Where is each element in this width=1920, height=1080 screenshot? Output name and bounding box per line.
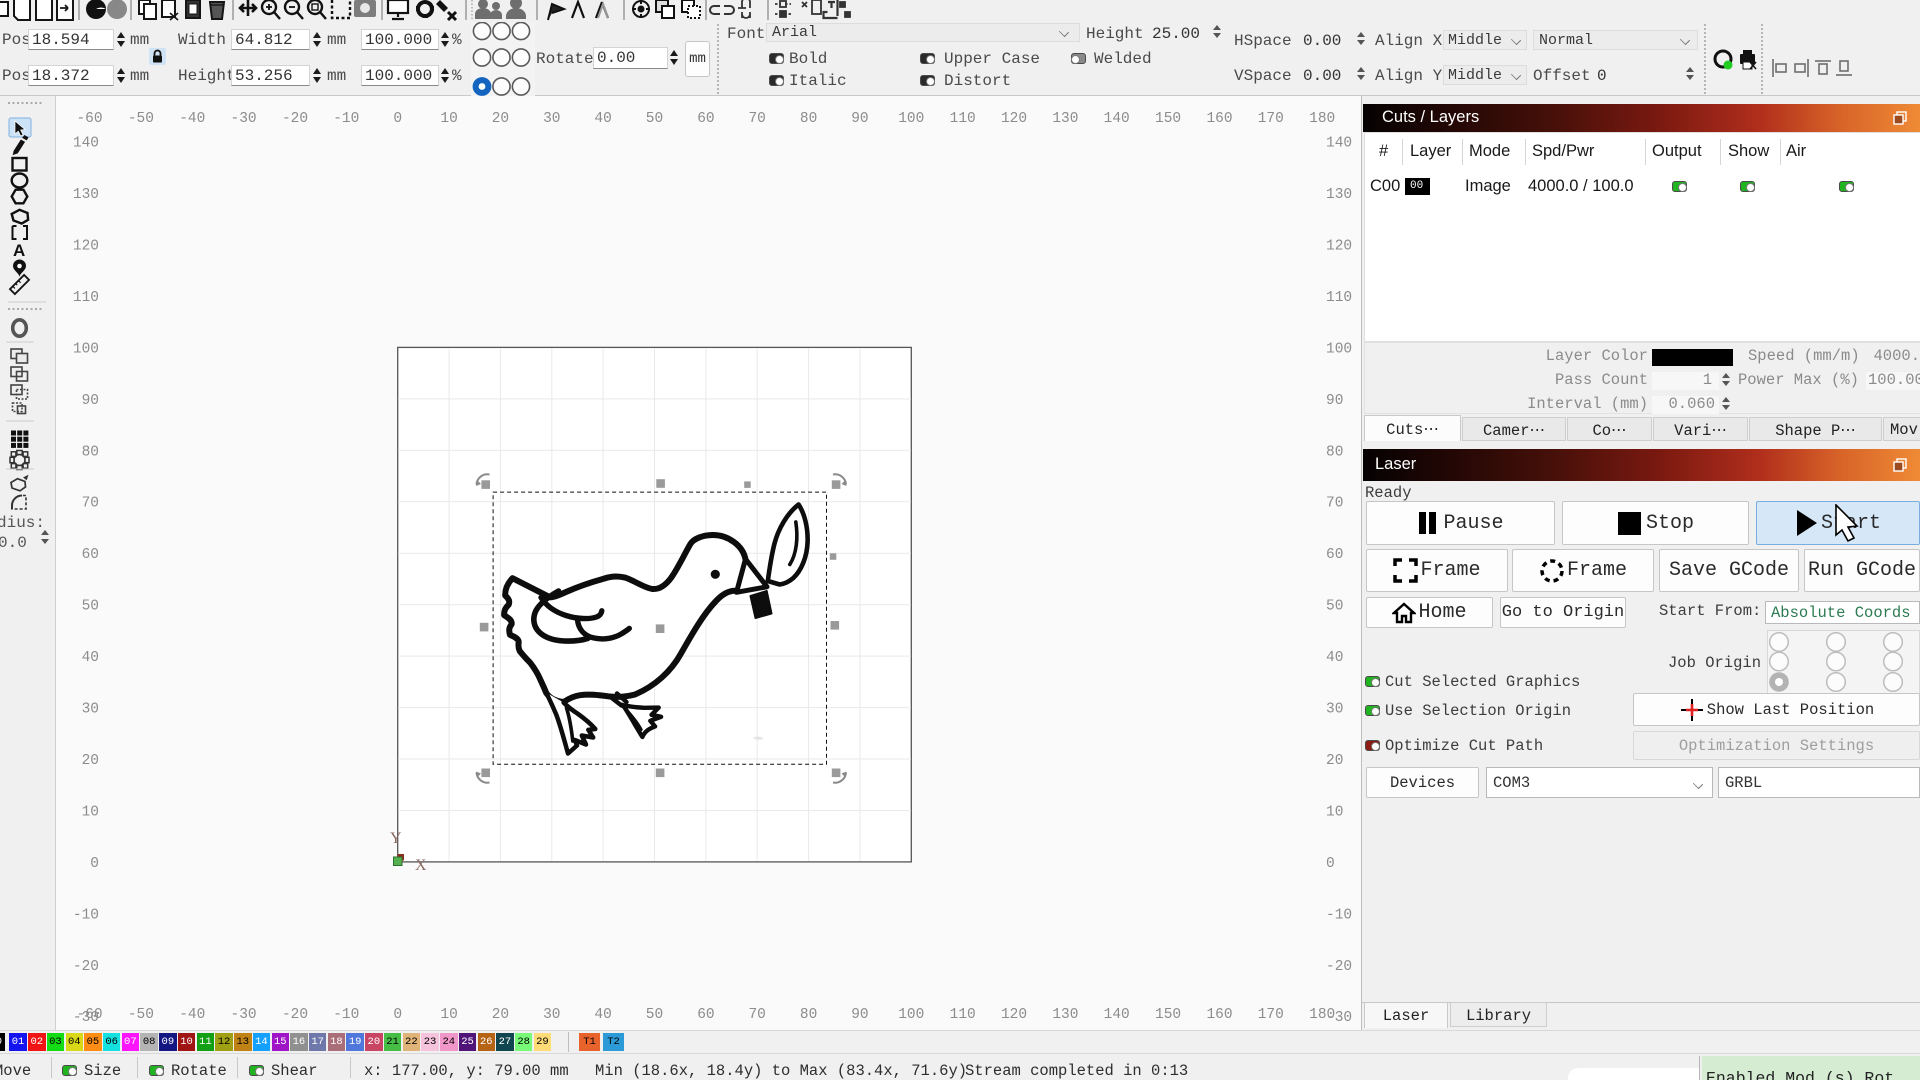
svg-text:100: 100 [73, 341, 99, 357]
svg-text:100: 100 [898, 1007, 924, 1023]
svg-text:-10: -10 [333, 111, 359, 127]
svg-text:60: 60 [697, 111, 714, 127]
svg-text:30: 30 [543, 1007, 560, 1023]
svg-text:140: 140 [1326, 136, 1352, 152]
svg-text:160: 160 [1206, 111, 1232, 127]
svg-text:110: 110 [1326, 290, 1352, 306]
svg-text:130: 130 [73, 187, 99, 203]
svg-text:20: 20 [492, 1007, 509, 1023]
svg-text:80: 80 [800, 111, 817, 127]
svg-text:-40: -40 [179, 111, 205, 127]
svg-text:-40: -40 [179, 1007, 205, 1023]
svg-text:40: 40 [594, 111, 611, 127]
svg-text:0: 0 [393, 111, 402, 127]
svg-text:150: 150 [1155, 1007, 1181, 1023]
svg-text:100: 100 [898, 111, 924, 127]
svg-text:130: 130 [1052, 111, 1078, 127]
svg-text:130: 130 [1326, 187, 1352, 203]
svg-text:120: 120 [1001, 111, 1027, 127]
svg-text:-10: -10 [333, 1007, 359, 1023]
svg-text:50: 50 [82, 599, 99, 615]
svg-text:-30: -30 [231, 111, 257, 127]
svg-text:40: 40 [1326, 650, 1343, 666]
svg-text:120: 120 [1001, 1007, 1027, 1023]
svg-text:120: 120 [73, 239, 99, 255]
svg-text:40: 40 [594, 1007, 611, 1023]
svg-text:-30: -30 [73, 1010, 99, 1026]
svg-text:-10: -10 [73, 907, 99, 923]
svg-text:40: 40 [82, 650, 99, 666]
svg-text:110: 110 [73, 290, 99, 306]
svg-text:-30: -30 [231, 1007, 257, 1023]
svg-text:10: 10 [1326, 804, 1343, 820]
svg-text:-10: -10 [1326, 907, 1352, 923]
svg-text:90: 90 [851, 111, 868, 127]
svg-text:20: 20 [82, 753, 99, 769]
svg-text:30: 30 [1326, 702, 1343, 718]
svg-text:60: 60 [82, 547, 99, 563]
svg-text:140: 140 [1104, 111, 1130, 127]
svg-text:30: 30 [543, 111, 560, 127]
svg-text:-60: -60 [76, 111, 102, 127]
svg-text:-50: -50 [128, 111, 154, 127]
svg-text:80: 80 [800, 1007, 817, 1023]
svg-text:A: A [13, 241, 25, 260]
svg-text:-30: -30 [1326, 1010, 1352, 1026]
svg-text:180: 180 [1309, 111, 1335, 127]
svg-text:10: 10 [440, 111, 457, 127]
svg-text:-20: -20 [73, 959, 99, 975]
svg-text:170: 170 [1258, 1007, 1284, 1023]
svg-text:110: 110 [950, 111, 976, 127]
svg-text:70: 70 [748, 111, 765, 127]
svg-text:90: 90 [1326, 393, 1343, 409]
svg-text:50: 50 [1326, 599, 1343, 615]
svg-text:70: 70 [748, 1007, 765, 1023]
svg-text:60: 60 [697, 1007, 714, 1023]
svg-text:150: 150 [1155, 111, 1181, 127]
svg-text:30: 30 [82, 702, 99, 718]
svg-text:-20: -20 [282, 111, 308, 127]
svg-text:10: 10 [82, 804, 99, 820]
svg-text:0: 0 [1326, 856, 1335, 872]
svg-text:90: 90 [851, 1007, 868, 1023]
svg-text:140: 140 [1104, 1007, 1130, 1023]
svg-text:120: 120 [1326, 239, 1352, 255]
svg-text:100: 100 [1326, 341, 1352, 357]
svg-text:80: 80 [1326, 444, 1343, 460]
svg-text:130: 130 [1052, 1007, 1078, 1023]
svg-text:80: 80 [82, 444, 99, 460]
svg-text:50: 50 [646, 1007, 663, 1023]
svg-text:90: 90 [82, 393, 99, 409]
svg-text:20: 20 [1326, 753, 1343, 769]
svg-text:50: 50 [646, 111, 663, 127]
svg-text:110: 110 [950, 1007, 976, 1023]
svg-text:170: 170 [1258, 111, 1284, 127]
svg-text:70: 70 [82, 496, 99, 512]
svg-text:140: 140 [73, 136, 99, 152]
svg-text:160: 160 [1206, 1007, 1232, 1023]
svg-text:70: 70 [1326, 496, 1343, 512]
svg-text:60: 60 [1326, 547, 1343, 563]
svg-text:10: 10 [440, 1007, 457, 1023]
svg-text:X: X [415, 857, 427, 874]
svg-text:-50: -50 [128, 1007, 154, 1023]
svg-text:0.0: 0.0 [0, 534, 27, 552]
svg-text:20: 20 [492, 111, 509, 127]
svg-text:-20: -20 [1326, 959, 1352, 975]
svg-text:Y: Y [390, 830, 402, 847]
svg-text:0: 0 [393, 1007, 402, 1023]
svg-text:-20: -20 [282, 1007, 308, 1023]
svg-text:dius:: dius: [0, 514, 45, 532]
svg-text:0: 0 [90, 856, 99, 872]
